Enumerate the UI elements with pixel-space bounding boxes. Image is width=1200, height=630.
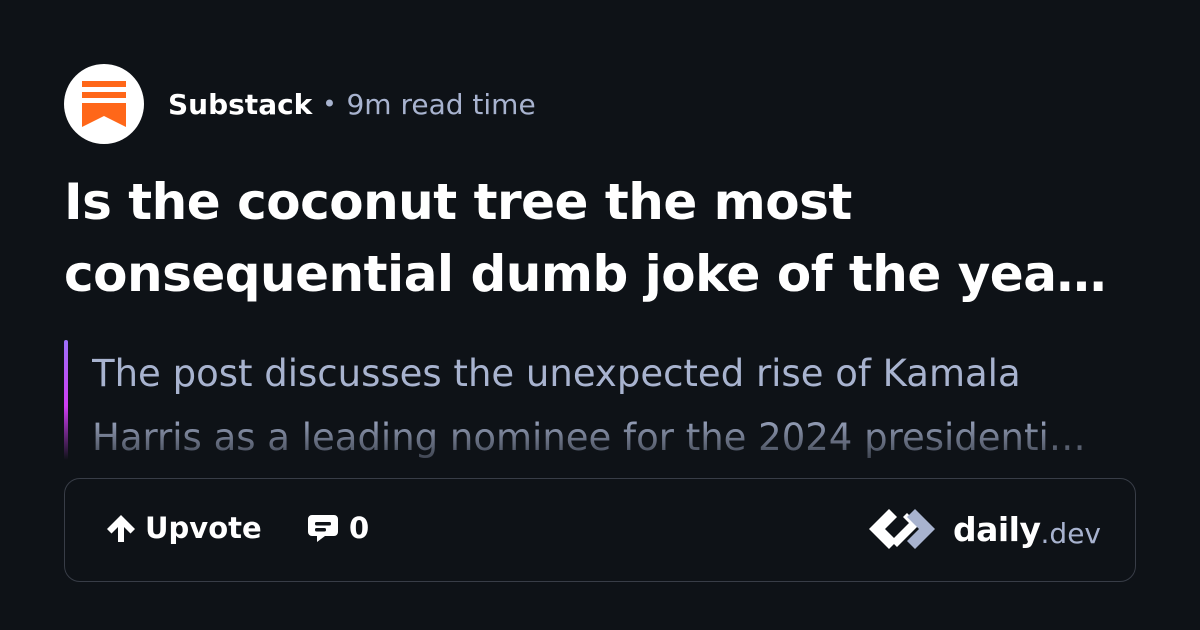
upvote-button[interactable]: Upvote bbox=[103, 510, 262, 546]
action-bar: Upvote 0 daily .dev bbox=[64, 478, 1136, 582]
daily-dev-logo-icon bbox=[868, 509, 935, 549]
arrow-up-icon bbox=[107, 515, 135, 542]
summary-text: The post discusses the unexpected rise o… bbox=[92, 342, 1136, 460]
post-title-line: consequential dumb joke of the yea… bbox=[64, 245, 1106, 303]
comments-button[interactable]: 0 bbox=[305, 510, 369, 546]
daily-dev-brand: daily .dev bbox=[867, 507, 1101, 551]
post-summary: The post discusses the unexpected rise o… bbox=[64, 340, 1136, 460]
upvote-label: Upvote bbox=[145, 511, 262, 545]
source-name[interactable]: Substack bbox=[168, 88, 312, 121]
substack-logo-icon bbox=[82, 81, 126, 127]
meta-separator: • bbox=[322, 90, 337, 118]
brand-name: daily bbox=[952, 509, 1041, 549]
post-title[interactable]: Is the coconut tree the most consequenti… bbox=[64, 166, 1136, 310]
summary-accent-bar bbox=[64, 340, 68, 460]
brand-suffix: .dev bbox=[1040, 516, 1101, 550]
summary-line: The post discusses the unexpected rise o… bbox=[92, 352, 1021, 395]
read-time: 9m read time bbox=[346, 87, 536, 121]
source-avatar[interactable] bbox=[64, 64, 144, 144]
post-card: Substack • 9m read time Is the coconut t… bbox=[0, 0, 1200, 630]
summary-line: Harris as a leading nominee for the 2024… bbox=[92, 416, 1086, 459]
comment-count: 0 bbox=[349, 511, 370, 545]
comment-bubble-icon bbox=[308, 515, 338, 542]
post-title-line: Is the coconut tree the most bbox=[64, 173, 852, 231]
source-header: Substack • 9m read time bbox=[64, 64, 536, 144]
